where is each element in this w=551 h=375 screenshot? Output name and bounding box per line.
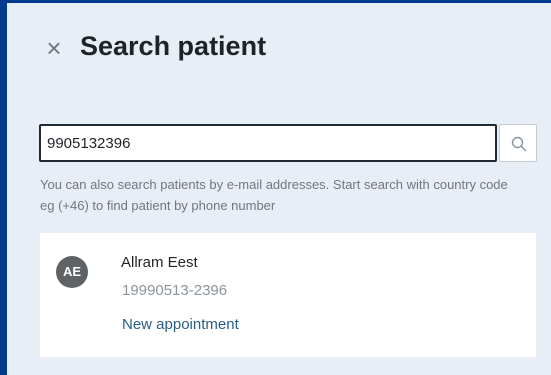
page-title: Search patient: [80, 31, 267, 61]
search-input[interactable]: [39, 124, 497, 162]
close-icon[interactable]: ×: [41, 35, 67, 61]
patient-name: Allram Eest: [121, 254, 198, 271]
new-appointment-link[interactable]: New appointment: [122, 316, 239, 333]
search-button[interactable]: [499, 124, 537, 162]
patient-personal-number: 19990513-2396: [122, 282, 228, 299]
search-icon: [511, 136, 527, 152]
search-patient-panel: × Search patient You can also search pat…: [7, 3, 551, 375]
search-hint: You can also search patients by e-mail a…: [40, 177, 508, 213]
avatar: AE: [56, 256, 88, 288]
patient-result-card: AE Allram Eest 19990513-2396 New appoint…: [40, 233, 536, 357]
search-bar: [39, 124, 537, 162]
